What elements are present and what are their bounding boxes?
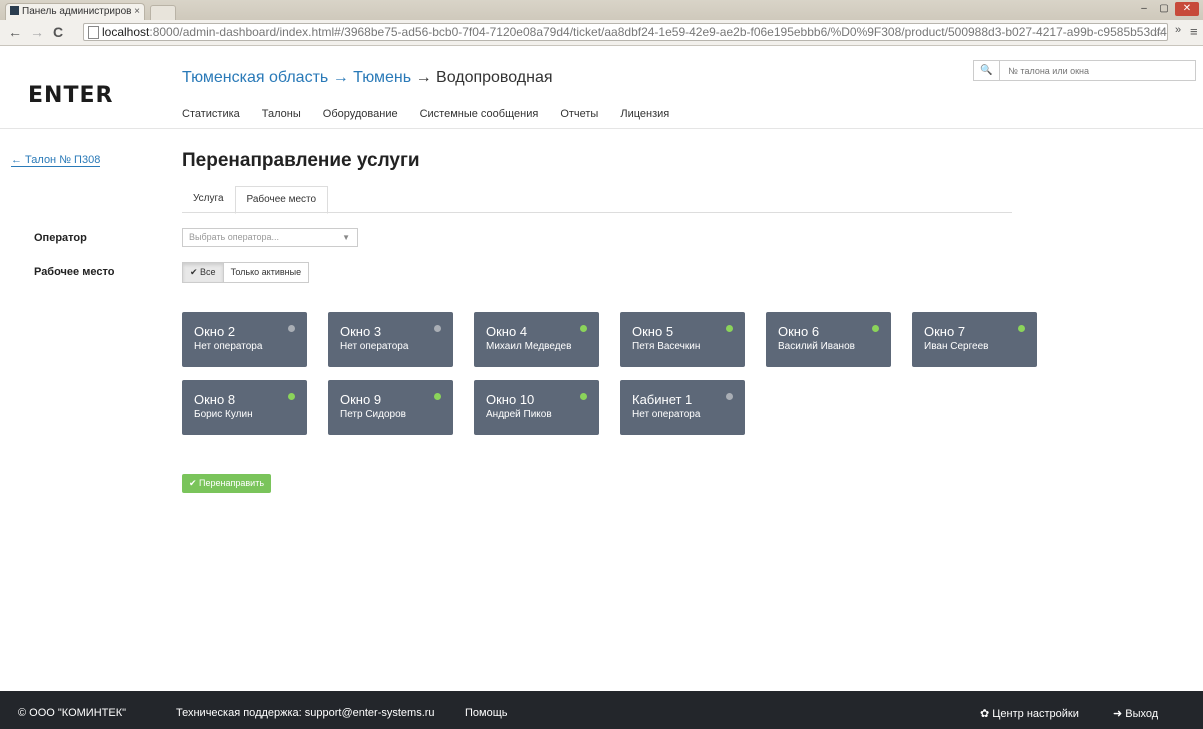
tabs-divider [182,212,1012,213]
forward-arrow-icon[interactable]: → [30,24,44,40]
workstation-operator: Иван Сергеев [924,341,989,352]
tab-close-icon[interactable]: × [134,4,140,20]
nav-system-messages[interactable]: Системные сообщения [420,108,539,120]
status-dot-icon [580,325,587,332]
breadcrumb: Тюменская область → Тюмень → Водопроводн… [182,69,553,87]
page-icon [88,26,99,39]
workstation-card[interactable]: Кабинет 1 Нет оператора [620,380,745,435]
main-nav: Статистика Талоны Оборудование Системные… [182,108,669,120]
status-dot-icon [580,393,587,400]
close-window-button[interactable]: ✕ [1175,2,1199,16]
workstation-card[interactable]: Окно 5 Петя Васечкин [620,312,745,367]
browser-toolbar: ← → C localhost:8000/admin-dashboard/ind… [0,20,1203,46]
header-divider [0,128,1203,129]
tab-service[interactable]: Услуга [182,186,235,212]
minimize-button[interactable]: – [1135,2,1153,16]
workstation-operator: Василий Иванов [778,341,855,352]
nav-equipment[interactable]: Оборудование [323,108,398,120]
nav-license[interactable]: Лицензия [620,108,669,120]
workstation-card[interactable]: Окно 7 Иван Сергеев [912,312,1037,367]
filter-all-button[interactable]: ✔ Все [182,262,224,283]
browser-tabstrip: Панель администриров × – ▢ ✕ [0,0,1203,20]
tab-workplace[interactable]: Рабочее место [234,186,329,214]
workstation-operator: Петя Васечкин [632,341,701,352]
status-dot-icon [1018,325,1025,332]
workstation-operator: Нет оператора [340,341,409,352]
breadcrumb-separator: → [415,69,432,86]
status-dot-icon [434,325,441,332]
nav-statistics[interactable]: Статистика [182,108,240,120]
workstation-operator: Михаил Медведев [486,341,572,352]
browser-tab[interactable]: Панель администриров × [5,3,145,20]
operator-label: Оператор [34,232,87,244]
maximize-button[interactable]: ▢ [1155,2,1173,16]
workstation-operator: Нет оператора [194,341,263,352]
search-input[interactable] [1000,61,1195,80]
footer-copyright: © ООО "КОМИНТЕК" [18,707,127,719]
status-dot-icon [288,393,295,400]
status-dot-icon [288,325,295,332]
enter-logo[interactable]: ENTER [28,83,113,108]
page-title: Перенаправление услуги [182,150,420,171]
browser-menu-icon[interactable]: ≡ [1190,24,1198,39]
workstation-card[interactable]: Окно 6 Василий Иванов [766,312,891,367]
breadcrumb-region[interactable]: Тюменская область [182,69,328,86]
address-bar[interactable]: localhost:8000/admin-dashboard/index.htm… [83,23,1168,41]
back-to-ticket-link[interactable]: ← Талон № П308 [11,154,101,167]
status-dot-icon [726,325,733,332]
operator-select-placeholder: Выбрать оператора... [189,232,279,242]
url-path: :8000/admin-dashboard/index.html#/3968be… [149,25,1168,39]
redirect-button[interactable]: ✔ Перенаправить [182,474,272,493]
workstation-operator: Петр Сидоров [340,409,406,420]
bookmark-star-icon[interactable]: ☆ [1153,24,1165,40]
tab-bar: Услуга Рабочее место [182,186,329,214]
workplace-label: Рабочее место [34,266,115,278]
reload-icon[interactable]: C [53,24,63,40]
workplace-filter: ✔ Все Только активные [182,262,310,283]
search-box: 🔍 [973,60,1196,81]
workstation-card[interactable]: Окно 10 Андрей Пиков [474,380,599,435]
breadcrumb-city[interactable]: Тюмень [353,69,411,86]
workstation-card[interactable]: Окно 3 Нет оператора [328,312,453,367]
workstation-card[interactable]: Окно 9 Петр Сидоров [328,380,453,435]
status-dot-icon [434,393,441,400]
extensions-chevron-icon[interactable]: » [1175,24,1181,36]
back-arrow-icon[interactable]: ← [8,24,22,40]
footer: © ООО "КОМИНТЕК" Техническая поддержка: … [0,691,1203,729]
nav-tickets[interactable]: Талоны [262,108,301,120]
chevron-down-icon: ▼ [342,233,350,242]
workstation-card[interactable]: Окно 4 Михаил Медведев [474,312,599,367]
status-dot-icon [726,393,733,400]
favicon-icon [10,6,19,15]
logout-link[interactable]: ➜ Выход [1113,707,1158,720]
filter-active-button[interactable]: Только активные [223,262,310,283]
footer-help-link[interactable]: Помощь [465,707,508,719]
settings-center-link[interactable]: ✿ Центр настройки [980,707,1079,720]
search-icon[interactable]: 🔍 [974,61,1001,80]
tab-title: Панель администриров [22,6,132,17]
workstation-card[interactable]: Окно 8 Борис Кулин [182,380,307,435]
workstation-operator: Борис Кулин [194,409,253,420]
breadcrumb-separator: → [332,69,349,86]
footer-support[interactable]: Техническая поддержка: support@enter-sys… [176,707,435,719]
nav-reports[interactable]: Отчеты [560,108,598,120]
workstation-card[interactable]: Окно 2 Нет оператора [182,312,307,367]
workstation-operator: Нет оператора [632,409,701,420]
workstation-operator: Андрей Пиков [486,409,552,420]
window-controls: – ▢ ✕ [1135,2,1199,16]
status-dot-icon [872,325,879,332]
url-host: localhost [102,25,150,39]
new-tab-button[interactable] [150,5,176,20]
operator-select[interactable]: Выбрать оператора... ▼ [182,228,358,247]
breadcrumb-office: Водопроводная [436,69,553,86]
